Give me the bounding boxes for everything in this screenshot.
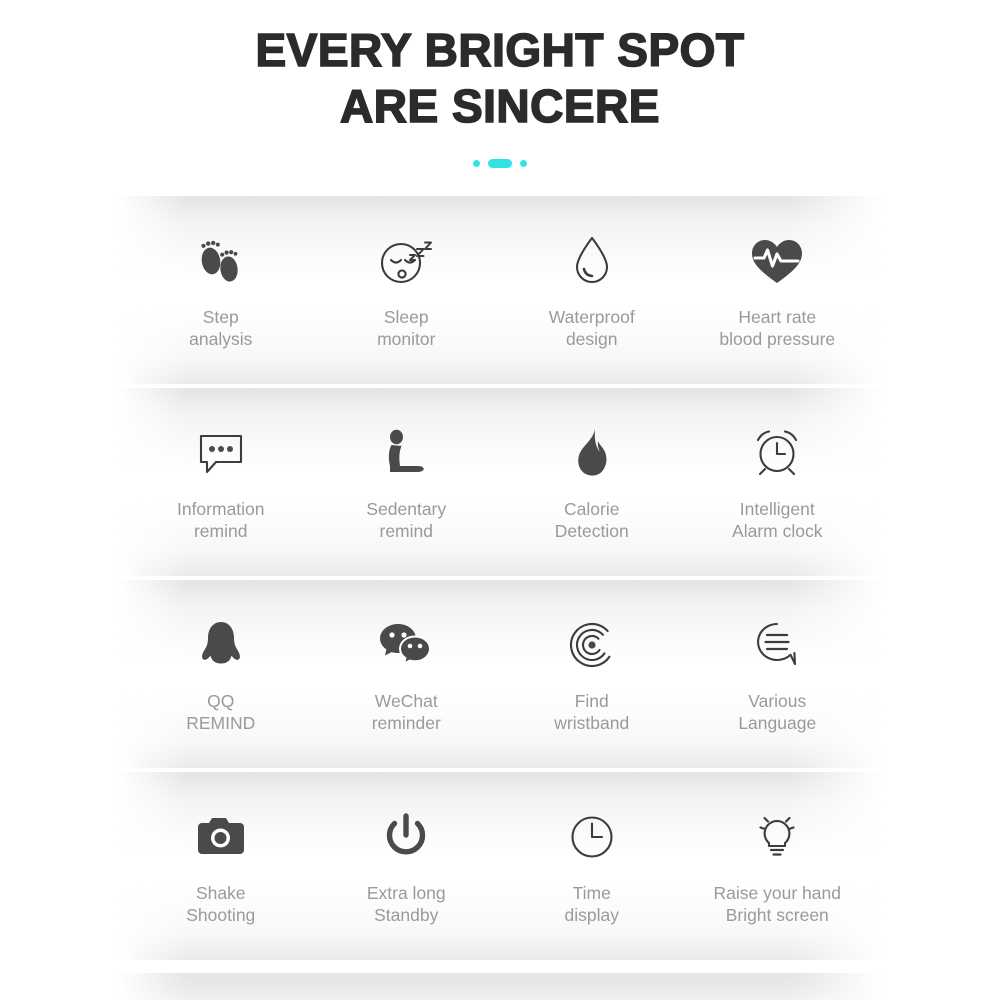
feature-cell-heart-rate[interactable]: Heart rate blood pressure <box>685 196 871 384</box>
feature-label: Calorie Detection <box>554 499 629 541</box>
feature-cell-qq-remind[interactable]: QQ REMIND <box>128 580 314 768</box>
footprints-icon <box>193 234 249 288</box>
alarm-clock-icon <box>751 426 803 480</box>
feature-cell-various-language[interactable]: Various Language <box>685 580 871 768</box>
feature-cell-information-remind[interactable]: Information remind <box>128 388 314 576</box>
feature-label: Intelligent Alarm clock <box>732 499 823 541</box>
wechat-bubbles-icon <box>377 618 435 672</box>
page-header: EVERY BRIGHT SPOT ARE SINCERE <box>0 0 1000 170</box>
feature-cell-sedentary-remind[interactable]: Sedentary remind <box>314 388 500 576</box>
heart-pulse-icon <box>750 234 804 288</box>
feature-grid: Step analysis Sleep monitor Waterproof d… <box>0 196 1000 964</box>
flame-icon <box>571 426 613 480</box>
feature-cell-shake-shooting[interactable]: Shake Shooting <box>128 772 314 960</box>
feature-cell-calorie-detection[interactable]: Calorie Detection <box>499 388 685 576</box>
feature-cell-raise-your-hand[interactable]: Raise your hand Bright screen <box>685 772 871 960</box>
page-title-line-2: ARE SINCERE <box>339 79 660 133</box>
feature-label: Raise your hand Bright screen <box>713 883 841 925</box>
clock-icon <box>568 810 616 864</box>
decoration-pill <box>488 158 512 168</box>
feature-cell-find-wristband[interactable]: Find wristband <box>499 580 685 768</box>
feature-label: QQ REMIND <box>186 691 256 733</box>
feature-label: Various Language <box>738 691 817 733</box>
feature-row: QQ REMIND WeChat reminder Find wristband… <box>0 580 1000 768</box>
feature-cell-sleep-monitor[interactable]: Sleep monitor <box>314 196 500 384</box>
decoration-dot-left <box>473 159 480 167</box>
feature-cell-step-analysis[interactable]: Step analysis <box>128 196 314 384</box>
title-decoration <box>0 156 1000 170</box>
feature-row: Step analysis Sleep monitor Waterproof d… <box>0 196 1000 384</box>
feature-label: WeChat reminder <box>371 691 441 733</box>
lightbulb-icon <box>751 810 803 864</box>
page-title-line-1: EVERY BRIGHT SPOT <box>255 23 745 77</box>
feature-label: Information remind <box>176 499 265 541</box>
feature-label: Time display <box>564 883 619 925</box>
feature-label: Shake Shooting <box>186 883 256 925</box>
page-title: EVERY BRIGHT SPOT ARE SINCERE <box>0 22 1000 134</box>
feature-label: Waterproof design <box>548 307 635 349</box>
feature-label: Find wristband <box>554 691 630 733</box>
speech-bubble-lines-icon <box>751 618 803 672</box>
feature-label: Heart rate blood pressure <box>719 307 836 349</box>
camera-icon <box>195 810 247 864</box>
feature-cell-wechat-reminder[interactable]: WeChat reminder <box>314 580 500 768</box>
radar-signal-icon <box>566 618 618 672</box>
decoration-dot-right <box>520 159 527 167</box>
feature-row: Information remind Sedentary remind Calo… <box>0 388 1000 576</box>
feature-label: Extra long Standby <box>366 883 446 925</box>
feature-cell-extra-long-standby[interactable]: Extra long Standby <box>314 772 500 960</box>
water-drop-icon <box>570 234 614 288</box>
sleeping-face-icon <box>377 234 435 288</box>
speech-bubble-dots-icon <box>195 426 247 480</box>
feature-cell-time-display[interactable]: Time display <box>499 772 685 960</box>
feature-cell-intelligent-alarm-clock[interactable]: Intelligent Alarm clock <box>685 388 871 576</box>
feature-cell-waterproof-design[interactable]: Waterproof design <box>499 196 685 384</box>
feature-label: Sedentary remind <box>366 499 447 541</box>
feature-label: Sleep monitor <box>377 307 436 349</box>
power-icon <box>383 810 429 864</box>
sitting-person-icon <box>378 426 434 480</box>
qq-penguin-icon <box>198 618 244 672</box>
bottom-divider-band <box>118 973 882 1000</box>
feature-row: Shake Shooting Extra long Standby Time d… <box>0 772 1000 960</box>
feature-label: Step analysis <box>189 307 253 349</box>
